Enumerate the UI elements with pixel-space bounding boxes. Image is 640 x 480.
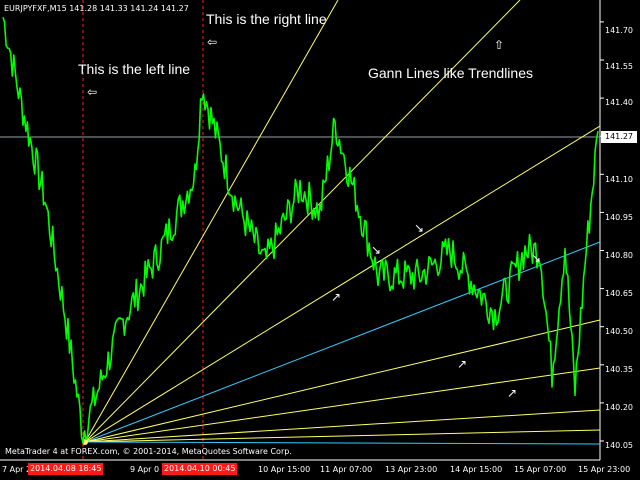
current-price-tag: 141.27	[601, 131, 637, 143]
time-axis-label: 15 Apr 07:00	[514, 465, 567, 474]
gann-fan-line[interactable]	[84, 409, 601, 443]
price-axis-label: 141.40	[605, 98, 633, 107]
arrow-left-icon: ⇦	[87, 85, 98, 99]
gann-fan-line[interactable]	[84, 441, 601, 445]
arrow-up-icon: ⇧	[494, 38, 505, 52]
price-series-line	[2, 16, 599, 445]
time-axis-label: 14 Apr 15:00	[450, 465, 503, 474]
time-axis-label: 11 Apr 07:00	[320, 465, 373, 474]
left-line-note: This is the left line	[78, 61, 191, 77]
arrow-up-right-icon: ↗	[457, 357, 468, 371]
price-axis-label: 140.05	[605, 441, 633, 450]
arrow-down-right-icon: ↘	[371, 243, 382, 257]
price-axis-label: 141.10	[605, 175, 633, 184]
right-marker-time-label: 2014.04.10 00:45	[162, 463, 238, 475]
arrow-left-icon: ⇦	[207, 35, 218, 49]
chart-title: EURJPYFXF,M15 141.28 141.33 141.24 141.2…	[4, 4, 189, 13]
gann-fan-line[interactable]	[84, 319, 601, 443]
time-axis-label: 13 Apr 23:00	[385, 465, 438, 474]
price-axis-label: 140.65	[605, 289, 633, 298]
platform-footer: MetaTrader 4 at FOREX.com, © 2001-2014, …	[5, 447, 292, 456]
price-axis-label: 140.80	[605, 251, 633, 260]
arrow-up-right-icon: ↗	[331, 290, 342, 304]
arrow-up-right-icon: ↗	[507, 386, 518, 400]
gann-fan-line[interactable]	[84, 241, 601, 443]
left-marker-time-label: 2014.04.08 18:45	[28, 463, 104, 475]
gann-fan-line[interactable]	[84, 429, 601, 443]
arrow-down-right-icon: ↘	[531, 251, 542, 265]
time-axis-label: 10 Apr 15:00	[258, 465, 311, 474]
price-axis-label: 140.35	[605, 365, 633, 374]
price-axis-ticks	[600, 21, 604, 442]
gann-note: Gann Lines like Trendlines	[368, 65, 533, 81]
price-axis-label: 140.95	[605, 213, 633, 222]
right-line-note: This is the right line	[206, 11, 327, 27]
chart-window[interactable]: EURJPYFXF,M15 141.28 141.33 141.24 141.2…	[0, 0, 640, 480]
price-axis-label: 140.20	[605, 403, 633, 412]
time-axis-label: 9 Apr 0	[130, 465, 160, 474]
price-axis-label: 141.70	[605, 26, 633, 35]
time-axis-label: 15 Apr 23:00	[578, 465, 631, 474]
price-axis-label: 140.50	[605, 327, 633, 336]
gann-fan-line[interactable]	[84, 367, 601, 443]
arrow-down-right-icon: ↘	[414, 221, 425, 235]
price-axis-label: 141.55	[605, 62, 633, 71]
gann-fan-line[interactable]	[84, 125, 601, 443]
